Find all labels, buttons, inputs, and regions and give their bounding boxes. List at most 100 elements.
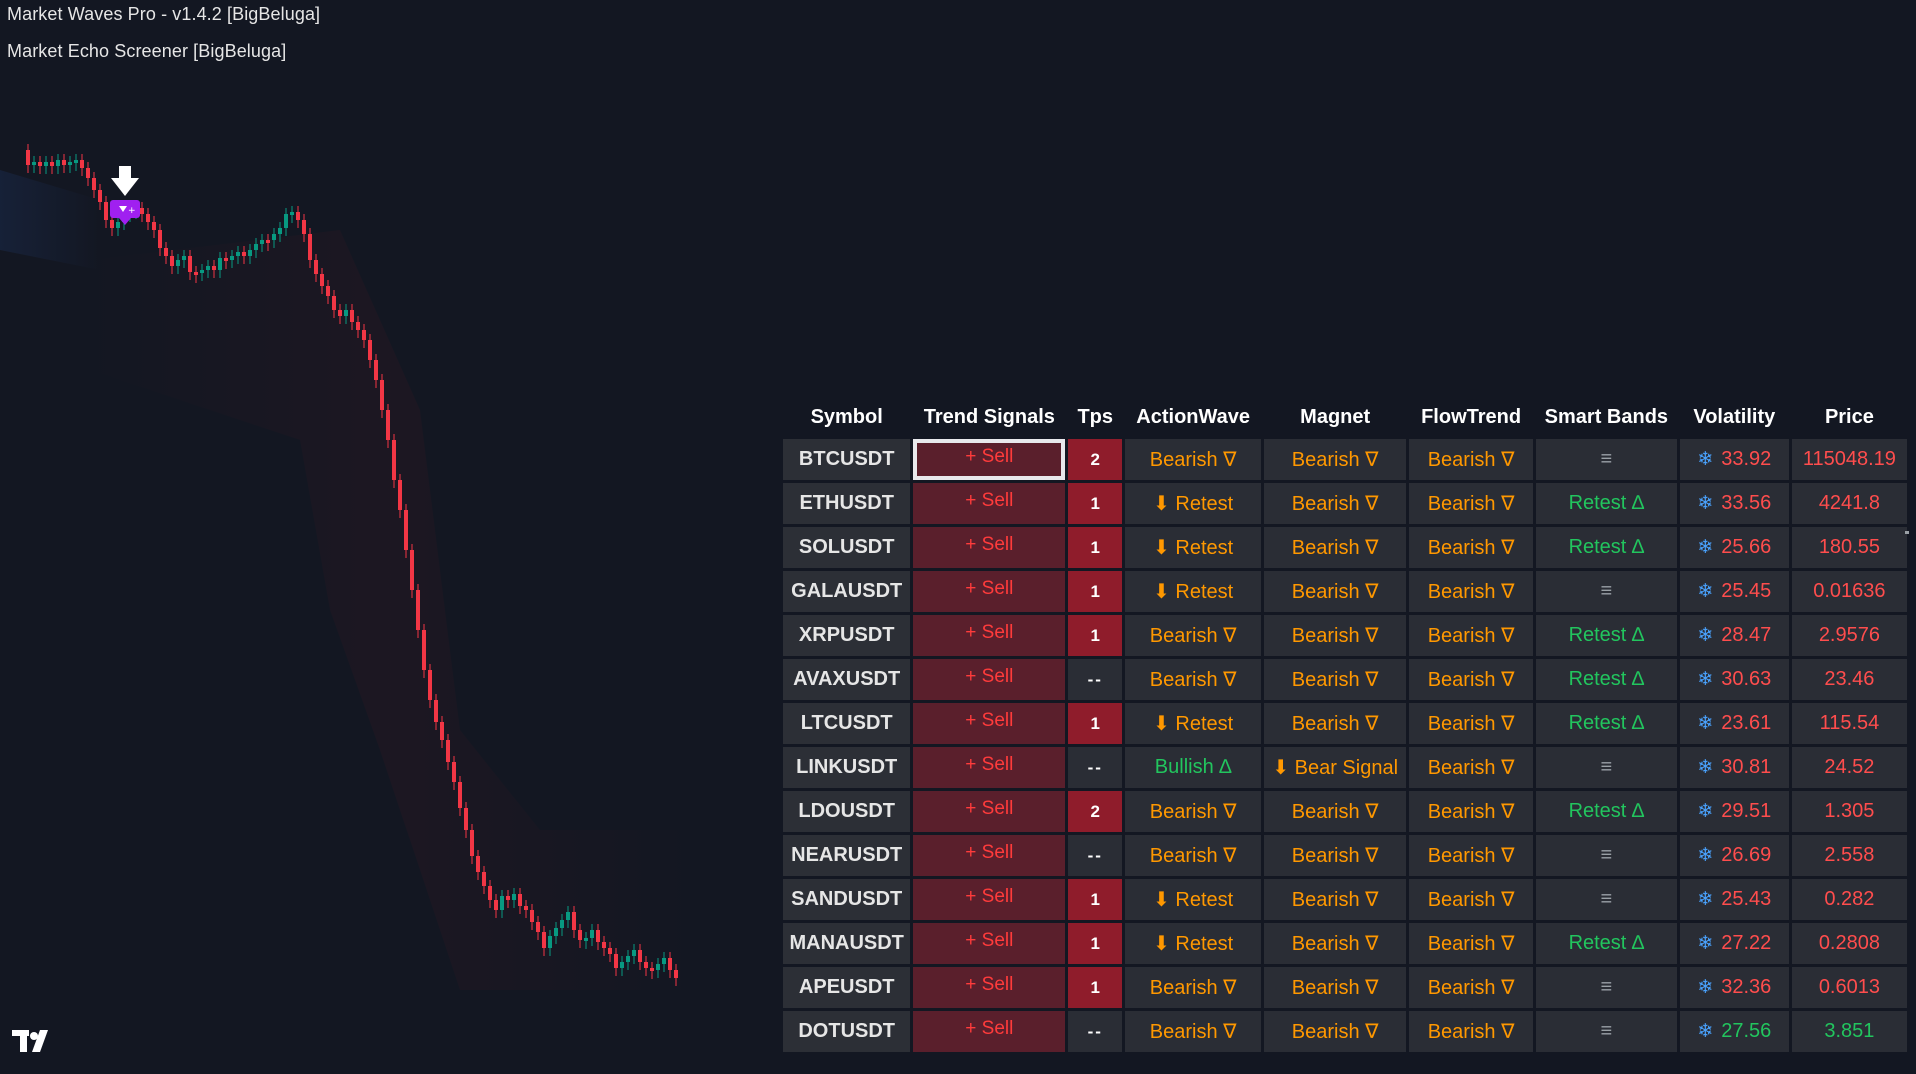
symbol-cell[interactable]: LTCUSDT xyxy=(783,703,911,744)
candle xyxy=(650,968,654,971)
candle xyxy=(86,168,90,178)
table-row[interactable]: LDOUSDT + Sell 2 Bearish ∇ Bearish ∇ Bearish … xyxy=(783,791,1907,832)
candle xyxy=(524,906,528,910)
symbol-cell[interactable]: MANAUSDT xyxy=(783,923,911,964)
table-row[interactable]: LINKUSDT + Sell -- Bullish ∆ ⬇ Bear Signal Be… xyxy=(783,747,1907,788)
volatility-value: 25.66 xyxy=(1721,536,1772,558)
trend-signal-cell[interactable]: + Sell xyxy=(913,791,1066,832)
tradingview-logo[interactable] xyxy=(12,1028,58,1054)
magnet-cell: Bearish ∇ xyxy=(1264,571,1407,612)
table-row[interactable]: GALAUSDT + Sell 1 ⬇ Retest Bearish ∇ Bearish … xyxy=(783,571,1907,612)
actionwave-cell: Bearish ∇ xyxy=(1125,659,1262,700)
trend-signal-cell[interactable]: + Sell xyxy=(913,1011,1066,1052)
table-row[interactable]: ETHUSDT + Sell 1 ⬇ Retest Bearish ∇ Bearish ∇… xyxy=(783,483,1907,524)
column-header-magnet: Magnet xyxy=(1300,405,1371,428)
symbol-cell[interactable]: NEARUSDT xyxy=(783,835,911,876)
symbol-cell[interactable]: APEUSDT xyxy=(783,967,911,1008)
flowtrend-cell: Bearish ∇ xyxy=(1409,791,1533,832)
flowtrend-cell: Bearish ∇ xyxy=(1409,527,1533,568)
candle xyxy=(344,310,348,316)
candle xyxy=(200,270,204,273)
tps-cell: -- xyxy=(1068,835,1123,876)
trend-signal-cell[interactable]: + Sell xyxy=(913,483,1066,524)
trend-signal-cell[interactable]: + Sell xyxy=(913,615,1066,656)
trend-signal-cell[interactable]: + Sell xyxy=(913,835,1066,876)
tps-cell: -- xyxy=(1068,747,1123,788)
magnet-cell: Bearish ∇ xyxy=(1264,1011,1407,1052)
snowflake-icon: ❄ xyxy=(1697,625,1714,646)
flowtrend-cell: Bearish ∇ xyxy=(1409,571,1533,612)
trend-signal-cell[interactable]: + Sell xyxy=(913,747,1066,788)
symbol-cell[interactable]: AVAXUSDT xyxy=(783,659,911,700)
tps-cell: 1 xyxy=(1068,967,1123,1008)
table-row[interactable]: NEARUSDT + Sell -- Bearish ∇ Bearish ∇ Bearis… xyxy=(783,835,1907,876)
tps-cell: 1 xyxy=(1068,923,1123,964)
table-row[interactable]: DOTUSDT + Sell -- Bearish ∇ Bearish ∇ Bearish… xyxy=(783,1011,1907,1052)
candlestick-chart xyxy=(0,144,690,990)
actionwave-cell: ⬇ Retest xyxy=(1125,483,1262,524)
symbol-cell[interactable]: SOLUSDT xyxy=(783,527,911,568)
price-cell: 0.6013 xyxy=(1791,967,1907,1008)
indicator-label-market-echo[interactable]: Market Echo Screener [BigBeluga] xyxy=(7,41,286,62)
actionwave-cell: ⬇ Retest xyxy=(1125,571,1262,612)
table-row[interactable]: AVAXUSDT + Sell -- Bearish ∇ Bearish ∇ Bearis… xyxy=(783,659,1907,700)
volatility-cell: ❄ 25.43 xyxy=(1679,879,1789,920)
volatility-cell: ❄ 33.92 xyxy=(1679,439,1789,480)
symbol-cell[interactable]: SANDUSDT xyxy=(783,879,911,920)
volatility-cell: ❄ 33.56 xyxy=(1679,483,1789,524)
symbol-cell[interactable]: BTCUSDT xyxy=(783,439,911,480)
candle xyxy=(380,380,384,410)
table-row[interactable]: MANAUSDT + Sell 1 ⬇ Retest Bearish ∇ Bearish … xyxy=(783,923,1907,964)
symbol-cell[interactable]: ETHUSDT xyxy=(783,483,911,524)
indicator-label-market-waves[interactable]: Market Waves Pro - v1.4.2 [BigBeluga] xyxy=(7,4,320,25)
table-row[interactable]: SOLUSDT + Sell 1 ⬇ Retest Bearish ∇ Bearish ∇… xyxy=(783,527,1907,568)
table-row[interactable]: APEUSDT + Sell 1 Bearish ∇ Bearish ∇ Bearish … xyxy=(783,967,1907,1008)
candle xyxy=(236,252,240,256)
actionwave-cell: ⬇ Retest xyxy=(1125,703,1262,744)
candle xyxy=(656,964,660,970)
price-cell: 115048.19 xyxy=(1791,439,1907,480)
candle xyxy=(458,782,462,808)
symbol-cell[interactable]: XRPUSDT xyxy=(783,615,911,656)
trend-signal-cell[interactable]: + Sell xyxy=(913,703,1066,744)
trend-signal-cell[interactable]: + Sell xyxy=(913,967,1066,1008)
trend-signal-label: + Sell xyxy=(965,621,1014,643)
price-chart[interactable] xyxy=(0,110,760,1010)
candle xyxy=(248,250,252,256)
trend-signal-cell[interactable]: + Sell xyxy=(913,879,1066,920)
table-row[interactable]: BTCUSDT + Sell 2 Bearish ∇ Bearish ∇ Bearish … xyxy=(783,439,1907,480)
volatility-value: 29.51 xyxy=(1721,800,1772,822)
trend-signal-cell[interactable]: + Sell xyxy=(913,571,1066,612)
symbol-cell[interactable]: DOTUSDT xyxy=(783,1011,911,1052)
actionwave-cell: Bearish ∇ xyxy=(1125,1011,1262,1052)
symbol-cell[interactable]: LINKUSDT xyxy=(783,747,911,788)
candle xyxy=(182,256,186,260)
symbol-cell[interactable]: GALAUSDT xyxy=(783,571,911,612)
candle xyxy=(428,670,432,700)
sell-signal-marker[interactable]: + xyxy=(109,166,141,230)
trend-signal-cell[interactable]: + Sell xyxy=(913,659,1066,700)
trend-signal-cell[interactable]: + Sell xyxy=(913,923,1066,964)
candle xyxy=(98,190,102,202)
symbol-cell[interactable]: LDOUSDT xyxy=(783,791,911,832)
table-row[interactable]: LTCUSDT + Sell 1 ⬇ Retest Bearish ∇ Bearish ∇… xyxy=(783,703,1907,744)
table-row[interactable]: XRPUSDT + Sell 1 Bearish ∇ Bearish ∇ Bearish … xyxy=(783,615,1907,656)
snowflake-icon: ❄ xyxy=(1697,581,1714,602)
snowflake-icon: ❄ xyxy=(1697,801,1714,822)
price-cell: 0.2808 xyxy=(1791,923,1907,964)
candle xyxy=(392,440,396,480)
trend-signal-label: + Sell xyxy=(965,929,1014,951)
candle xyxy=(56,160,60,166)
actionwave-cell: Bullish ∆ xyxy=(1125,747,1262,788)
flowtrend-cell: Bearish ∇ xyxy=(1409,967,1533,1008)
candle xyxy=(146,214,150,222)
table-row[interactable]: SANDUSDT + Sell 1 ⬇ Retest Bearish ∇ Bearish … xyxy=(783,879,1907,920)
trend-signal-cell[interactable]: + Sell xyxy=(913,527,1066,568)
volatility-cell: ❄ 26.69 xyxy=(1679,835,1789,876)
candle xyxy=(284,214,288,228)
trend-signal-label: + Sell xyxy=(965,533,1014,555)
volatility-cell: ❄ 25.66 xyxy=(1679,527,1789,568)
tps-cell: 2 xyxy=(1068,439,1123,480)
trend-signal-cell[interactable]: + Sell xyxy=(913,439,1066,480)
snowflake-icon: ❄ xyxy=(1697,889,1714,910)
